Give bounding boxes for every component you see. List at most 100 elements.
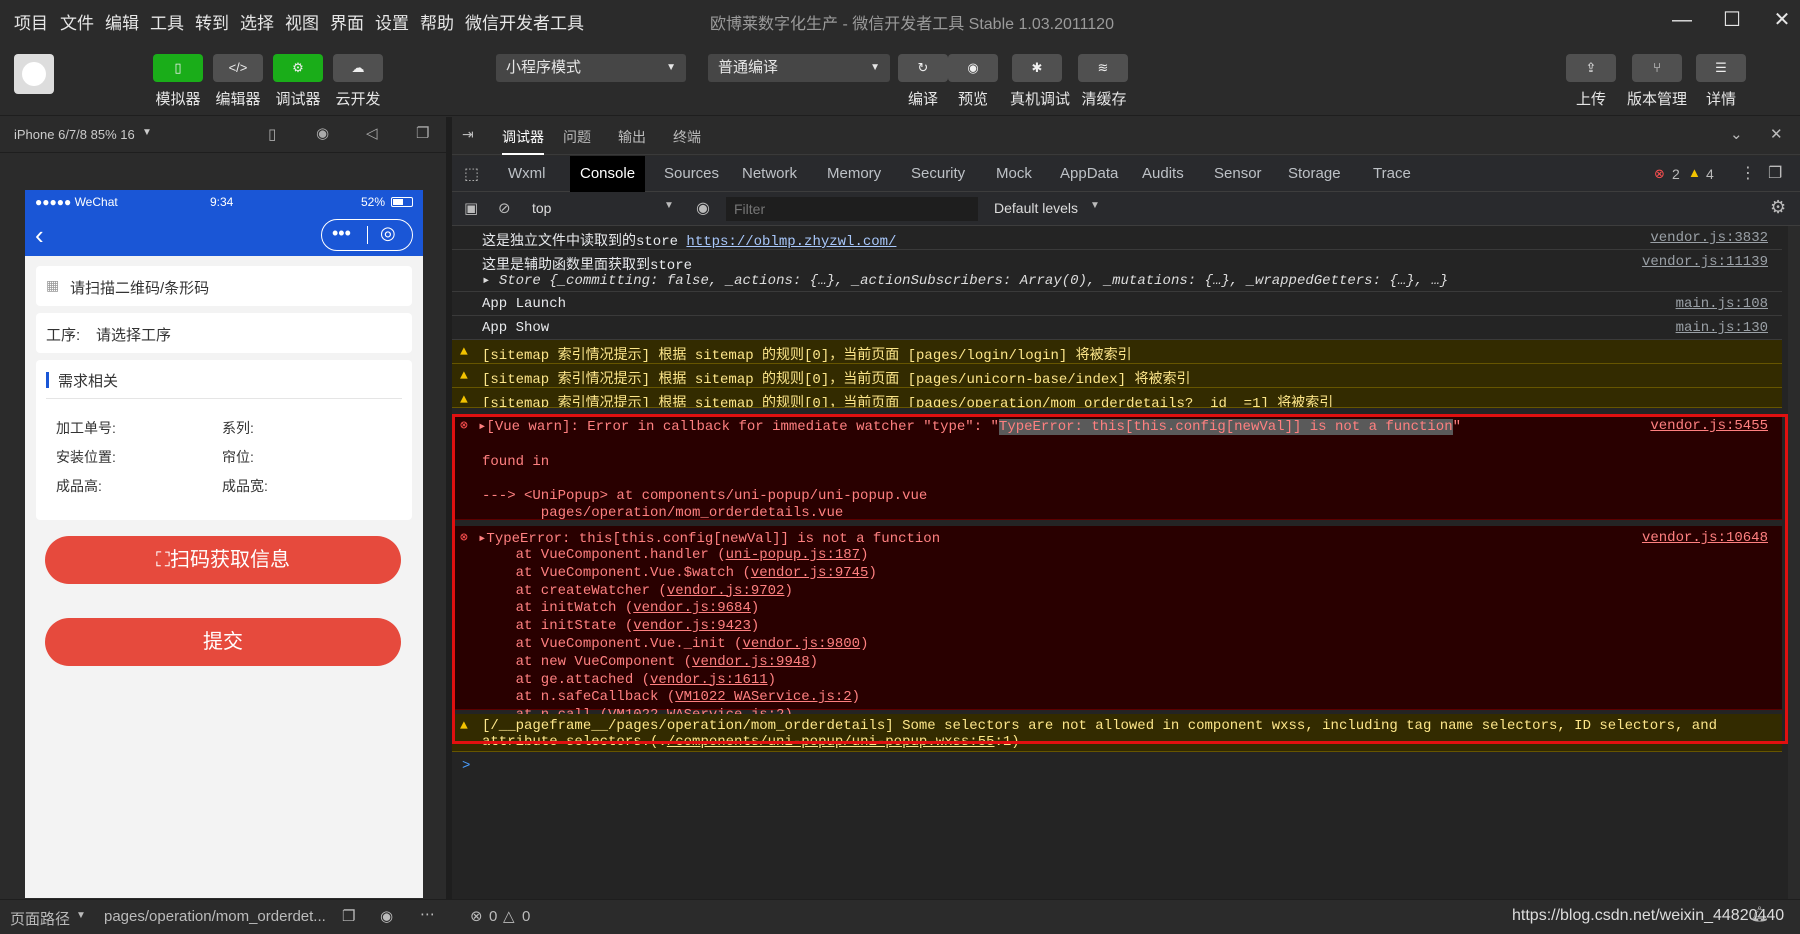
menu-settings[interactable]: 设置 <box>375 9 409 34</box>
notification-icon[interactable]: 🔔︎ <box>1750 905 1769 923</box>
context-select[interactable]: top ▼ <box>532 197 682 221</box>
inspect-icon[interactable]: ⬚ <box>464 164 479 184</box>
tab-mock[interactable]: Mock <box>986 156 1042 192</box>
phone-icon[interactable]: ▯ <box>268 125 276 143</box>
menu-goto[interactable]: 转到 <box>195 9 229 34</box>
refresh-icon[interactable]: ↻ <box>898 54 948 82</box>
tab-appdata[interactable]: AppData <box>1050 156 1128 192</box>
eye-icon[interactable]: ◉ <box>696 198 710 218</box>
maximize-icon[interactable]: ☐ <box>1712 4 1752 36</box>
device-select[interactable]: iPhone 6/7/8 85% 16 <box>14 127 135 142</box>
warning-status-count[interactable]: 0 <box>522 908 530 925</box>
tab-wxml[interactable]: Wxml <box>498 156 556 192</box>
store-object[interactable]: ▸ Store {_committing: false, _actions: {… <box>482 272 1448 289</box>
sidebar-toggle-icon[interactable]: ▣ <box>464 199 478 217</box>
clear-cache-button[interactable]: 清缓存 <box>1074 88 1134 109</box>
tab-trace[interactable]: Trace <box>1363 156 1421 192</box>
details-button[interactable]: 详情 <box>1691 88 1751 109</box>
capsule-button[interactable]: ••• ◎ <box>321 219 413 251</box>
mode-select[interactable]: 小程序模式 ▼ <box>496 54 686 82</box>
eye-icon[interactable]: ◉ <box>948 54 998 82</box>
layers-icon[interactable]: ≋ <box>1078 54 1128 82</box>
close-icon[interactable]: ✕ <box>1770 125 1783 143</box>
tab-storage[interactable]: Storage <box>1278 156 1351 192</box>
upload-button[interactable]: 上传 <box>1561 88 1621 109</box>
kebab-menu-icon[interactable]: ⋮ <box>1740 163 1756 183</box>
source-link[interactable]: main.js:108 <box>1676 296 1768 312</box>
undock-icon[interactable]: ❐ <box>1768 163 1782 183</box>
process-card[interactable]: 工序: 请选择工序 <box>36 313 412 353</box>
process-select[interactable]: 请选择工序 <box>96 324 171 345</box>
close-icon[interactable]: ✕ <box>1762 4 1800 36</box>
editor-button[interactable]: 编辑器 <box>208 88 268 109</box>
eye-icon[interactable]: ◉ <box>380 907 393 925</box>
record-icon[interactable]: ◉ <box>316 124 329 142</box>
tab-issues[interactable]: 问题 <box>563 127 591 147</box>
chevron-down-icon[interactable]: ⌄ <box>1730 125 1743 143</box>
close-miniprogram-icon[interactable]: ◎ <box>380 223 396 244</box>
more-icon[interactable]: ⋯ <box>420 905 435 923</box>
log-link[interactable]: https://oblmp.zhyzwl.com/ <box>686 234 896 250</box>
scan-button[interactable]: ⛶扫码获取信息 <box>45 536 401 584</box>
tab-console[interactable]: Console <box>570 156 646 192</box>
warning-count[interactable]: 4 <box>1706 166 1714 182</box>
editor-icon[interactable]: </> <box>213 54 263 82</box>
menu-file[interactable]: 文件 <box>60 9 94 34</box>
compile-select[interactable]: 普通编译 ▼ <box>708 54 890 82</box>
menu-edit[interactable]: 编辑 <box>105 9 139 34</box>
source-link[interactable]: vendor.js:11139 <box>1642 254 1768 270</box>
upload-icon[interactable]: ⇪ <box>1566 54 1616 82</box>
filter-input[interactable] <box>726 197 978 221</box>
dock-icon[interactable]: ⇥ <box>462 126 474 143</box>
minimize-icon[interactable]: — <box>1662 4 1702 36</box>
chevron-down-icon[interactable]: ▼ <box>142 127 152 138</box>
console-prompt[interactable]: > <box>462 758 470 774</box>
settings-gear-icon[interactable]: ⚙ <box>1770 197 1786 218</box>
cloud-icon[interactable]: ☁ <box>333 54 383 82</box>
scan-input[interactable]: 请扫描二维码/条形码 <box>70 277 209 298</box>
preview-button[interactable]: 预览 <box>943 88 1003 109</box>
scrollbar[interactable] <box>1788 226 1800 899</box>
menu-project[interactable]: 项目 <box>14 9 48 34</box>
avatar[interactable] <box>14 54 54 94</box>
levels-select[interactable]: Default levels ▼ <box>994 197 1114 221</box>
submit-button[interactable]: 提交 <box>45 618 401 666</box>
version-button[interactable]: 版本管理 <box>1617 88 1697 109</box>
menu-tools[interactable]: 工具 <box>150 9 184 34</box>
tab-debugger[interactable]: 调试器 <box>502 127 544 155</box>
branch-icon[interactable]: ⑂ <box>1632 54 1682 82</box>
window-icon[interactable]: ❐ <box>416 124 429 142</box>
tab-network[interactable]: Network <box>732 156 807 192</box>
volume-icon[interactable]: ◁ <box>366 124 378 142</box>
debugger-icon[interactable]: ⚙ <box>273 54 323 82</box>
error-status-count[interactable]: 0 <box>489 908 497 925</box>
cloud-dev-button[interactable]: 云开发 <box>328 88 388 109</box>
source-link[interactable]: vendor.js:3832 <box>1650 230 1768 246</box>
tab-output[interactable]: 输出 <box>618 127 646 147</box>
source-link[interactable]: main.js:130 <box>1676 320 1768 336</box>
menu-icon[interactable]: ☰ <box>1696 54 1746 82</box>
tab-sensor[interactable]: Sensor <box>1204 156 1272 192</box>
bug-icon[interactable]: ✱ <box>1012 54 1062 82</box>
tab-audits[interactable]: Audits <box>1132 156 1194 192</box>
tab-security[interactable]: Security <box>901 156 975 192</box>
more-icon[interactable]: ••• <box>332 223 351 244</box>
scan-input-card[interactable]: ▦ 请扫描二维码/条形码 <box>36 266 412 306</box>
page-path-label[interactable]: 页面路径 <box>10 908 70 929</box>
simulator-button[interactable]: 模拟器 <box>148 88 208 109</box>
chevron-down-icon[interactable]: ▼ <box>76 910 86 921</box>
debugger-button[interactable]: 调试器 <box>268 88 328 109</box>
tab-memory[interactable]: Memory <box>817 156 891 192</box>
menu-select[interactable]: 选择 <box>240 9 274 34</box>
copy-icon[interactable]: ❐ <box>342 907 355 925</box>
back-arrow-icon[interactable]: ‹ <box>35 220 44 251</box>
menu-view[interactable]: 视图 <box>285 9 319 34</box>
simulator-icon[interactable]: ▯ <box>153 54 203 82</box>
menu-wechat-devtools[interactable]: 微信开发者工具 <box>465 9 584 34</box>
tab-terminal[interactable]: 终端 <box>673 127 701 147</box>
error-count[interactable]: 2 <box>1672 166 1680 182</box>
menu-help[interactable]: 帮助 <box>420 9 454 34</box>
tab-sources[interactable]: Sources <box>654 156 729 192</box>
clear-console-icon[interactable]: ⊘ <box>498 199 511 217</box>
remote-debug-button[interactable]: 真机调试 <box>1005 88 1075 109</box>
